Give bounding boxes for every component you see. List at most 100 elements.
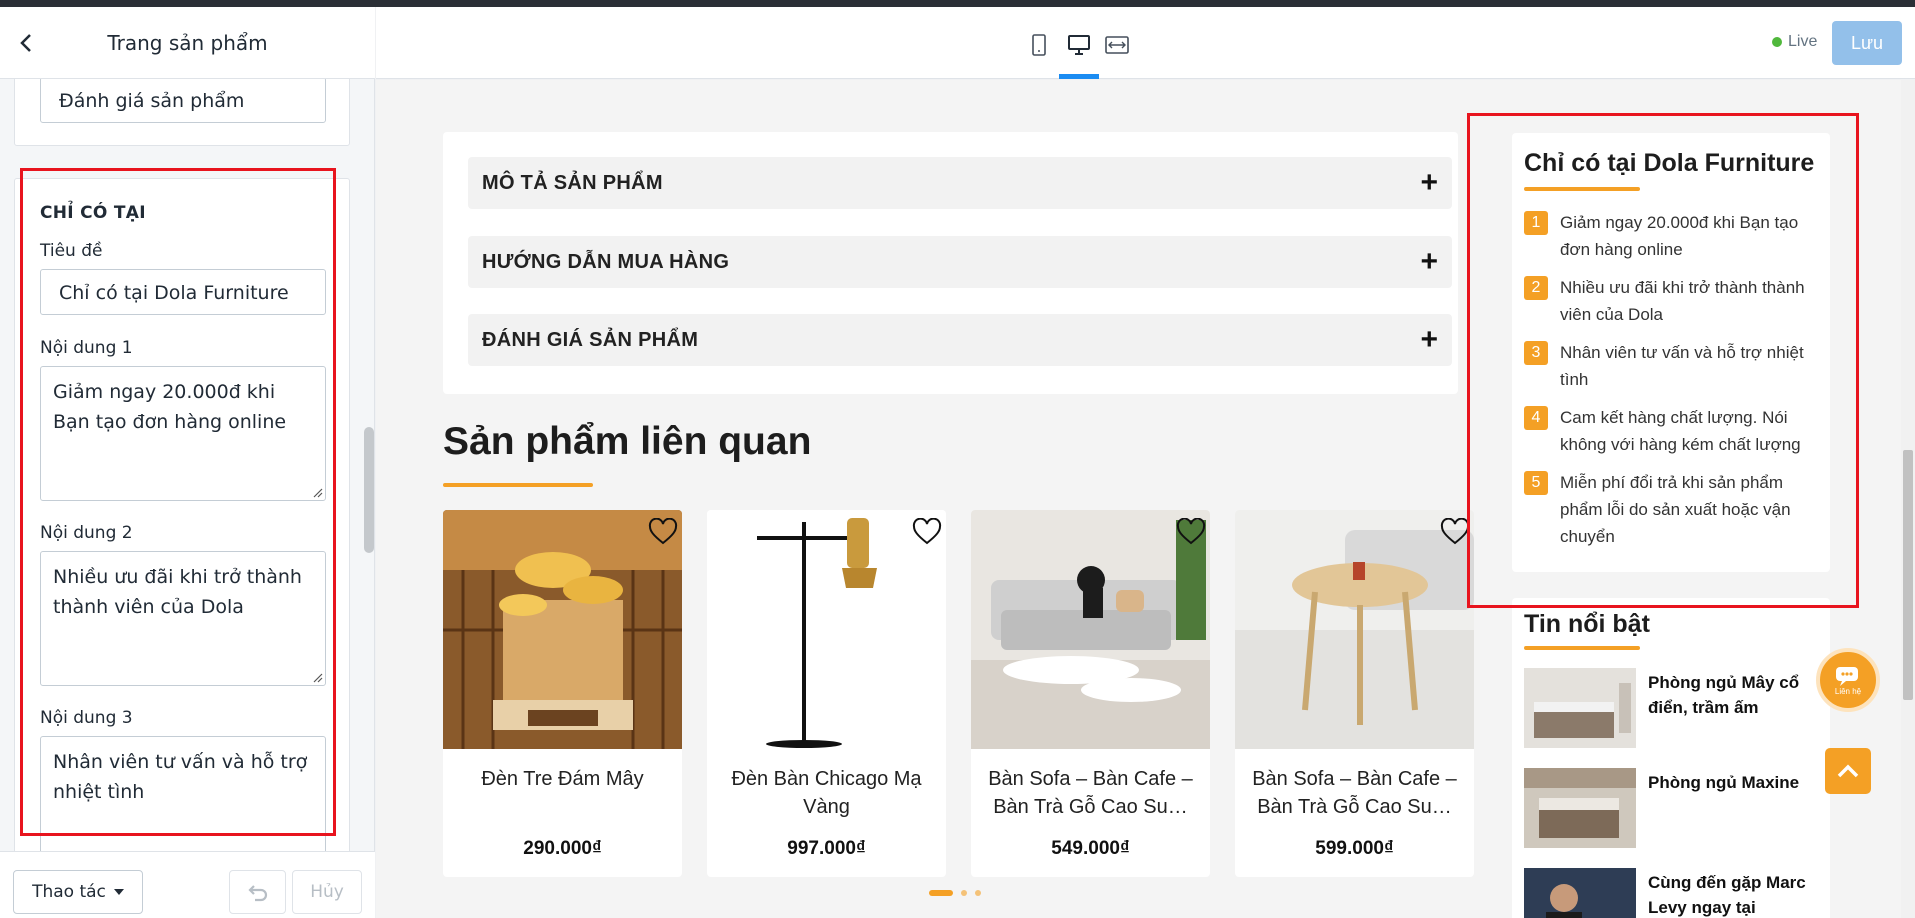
featured-news-widget: Tin nổi bật Phòng ngủ Mây cổ điển, trầm … [1512, 598, 1830, 918]
accordion-item-reviews[interactable]: ĐÁNH GIÁ SẢN PHẨM + [468, 314, 1452, 366]
content-1-text: Giảm ngay 20.000đ khi Bạn tạo đơn hàng o… [53, 381, 287, 433]
scrollbar-thumb[interactable] [1903, 450, 1913, 700]
product-name[interactable]: Bàn Sofa – Bàn Cafe – Bàn Trà Gỗ Cao Su… [1245, 765, 1464, 821]
label-content-3: Nội dung 3 [40, 708, 133, 728]
product-card[interactable]: Đèn Bàn Chicago Mạ Vàng 997.000₫ [707, 510, 946, 877]
undo-icon [247, 885, 267, 902]
only-at-card: CHỈ CÓ TẠI Tiêu đề Chỉ có tại Dola Furni… [14, 178, 350, 851]
label-content-2: Nội dung 2 [40, 523, 133, 543]
news-thumbnail[interactable] [1524, 868, 1636, 918]
back-button[interactable] [12, 29, 40, 57]
sidebar-header: Trang sản phẩm [0, 7, 375, 79]
title-underline [1524, 187, 1640, 191]
product-tabs-accordion: MÔ TẢ SẢN PHẨM + HƯỚNG DẪN MUA HÀNG + ĐÁ… [443, 132, 1458, 394]
plus-icon: + [1420, 245, 1438, 278]
resize-grip-icon[interactable] [313, 488, 323, 498]
content-3-textarea[interactable]: Nhân viên tư vấn và hỗ trợ nhiệt tình [40, 736, 326, 851]
only-at-item: 1 Giảm ngay 20.000đ khi Bạn tạo đơn hàng… [1524, 209, 1824, 263]
number-badge: 1 [1524, 211, 1548, 235]
title-input[interactable]: Chỉ có tại Dola Furniture [40, 269, 326, 315]
contact-floating-button[interactable]: Liên hệ [1816, 648, 1880, 712]
review-title-input[interactable]: Đánh giá sản phẩm [40, 79, 326, 123]
mobile-icon [1032, 34, 1046, 56]
news-thumbnail[interactable] [1524, 668, 1636, 748]
undo-button[interactable] [229, 870, 286, 914]
content-2-textarea[interactable]: Nhiều ưu đãi khi trở thành thành viên củ… [40, 551, 326, 686]
news-title: Tin nổi bật [1524, 610, 1650, 638]
product-card[interactable]: Bàn Sofa – Bàn Cafe – Bàn Trà Gỗ Cao Su…… [1235, 510, 1474, 877]
editor-topbar: Live Lưu [376, 7, 1915, 79]
review-card: Đánh giá sản phẩm [14, 79, 350, 146]
section-title: CHỈ CÓ TẠI [40, 203, 146, 223]
only-at-item: 5 Miễn phí đổi trả khi sản phẩm phẩm lỗi… [1524, 469, 1824, 550]
preview-canvas[interactable]: MÔ TẢ SẢN PHẨM + HƯỚNG DẪN MUA HÀNG + ĐÁ… [376, 80, 1901, 918]
title-underline [1524, 646, 1640, 650]
chevron-left-icon [20, 34, 31, 52]
product-image-round-table[interactable] [1235, 510, 1474, 749]
only-at-text: Nhân viên tư vấn và hỗ trợ nhiệt tình [1560, 343, 1804, 389]
number-badge: 3 [1524, 341, 1548, 365]
resize-grip-icon[interactable] [313, 673, 323, 683]
number-badge: 5 [1524, 471, 1548, 495]
news-item[interactable]: Cùng đến gặp Marc Levy ngay tại [1524, 868, 1824, 918]
sidebar-scroll-area[interactable]: Đánh giá sản phẩm CHỈ CÓ TẠI Tiêu đề Chỉ… [0, 79, 375, 851]
product-price: 997.000₫ [787, 838, 866, 859]
device-desktop-button[interactable] [1064, 31, 1094, 59]
device-fullwidth-button[interactable] [1102, 31, 1132, 59]
heart-icon[interactable] [1176, 518, 1206, 546]
content-2-text: Nhiều ưu đãi khi trở thành thành viên củ… [53, 566, 302, 618]
only-at-item: 3 Nhân viên tư vấn và hỗ trợ nhiệt tình [1524, 339, 1824, 393]
content-1-textarea[interactable]: Giảm ngay 20.000đ khi Bạn tạo đơn hàng o… [40, 366, 326, 501]
news-headline[interactable]: Cùng đến gặp Marc Levy ngay tại [1648, 870, 1818, 918]
title-underline [443, 483, 593, 487]
only-at-item: 2 Nhiều ưu đãi khi trở thành thành viên … [1524, 274, 1824, 328]
news-thumbnail[interactable] [1524, 768, 1636, 848]
product-card[interactable]: Bàn Sofa – Bàn Cafe – Bàn Trà Gỗ Cao Su…… [971, 510, 1210, 877]
carousel-dot[interactable] [961, 890, 967, 896]
product-name[interactable]: Bàn Sofa – Bàn Cafe – Bàn Trà Gỗ Cao Su… [981, 765, 1200, 821]
product-card[interactable]: Đèn Tre Đám Mây 290.000₫ [443, 510, 682, 877]
product-image-sofa-table[interactable] [971, 510, 1210, 749]
news-headline[interactable]: Phòng ngủ Mây cổ điển, trầm ấm [1648, 670, 1818, 720]
accordion-label: HƯỚNG DẪN MUA HÀNG [482, 250, 730, 273]
content-3-text: Nhân viên tư vấn và hỗ trợ nhiệt tình [53, 751, 308, 803]
accordion-item-description[interactable]: MÔ TẢ SẢN PHẨM + [468, 157, 1452, 209]
accordion-label: MÔ TẢ SẢN PHẨM [482, 171, 663, 194]
plus-icon: + [1420, 323, 1438, 356]
heart-icon[interactable] [912, 518, 942, 546]
news-item[interactable]: Phòng ngủ Mây cổ điển, trầm ấm [1524, 668, 1824, 748]
product-name[interactable]: Đèn Tre Đám Mây [453, 765, 672, 793]
window-top-strip [0, 0, 1915, 7]
preview-scrollbar[interactable] [1901, 80, 1915, 918]
heart-icon[interactable] [1440, 518, 1470, 546]
sidebar-scrollbar[interactable] [364, 427, 374, 553]
back-to-top-button[interactable] [1825, 748, 1871, 794]
label-title: Tiêu đề [40, 241, 103, 261]
carousel-dot-active[interactable] [929, 890, 953, 896]
cancel-button[interactable]: Hủy [292, 870, 362, 914]
only-at-text: Giảm ngay 20.000đ khi Bạn tạo đơn hàng o… [1560, 213, 1799, 259]
only-at-title: Chỉ có tại Dola Furniture [1524, 149, 1815, 177]
product-image-bamboo-lamp[interactable] [443, 510, 682, 749]
accordion-item-guide[interactable]: HƯỚNG DẪN MUA HÀNG + [468, 236, 1452, 288]
label-content-1: Nội dung 1 [40, 338, 133, 358]
chevron-up-icon [1837, 764, 1859, 778]
product-price: 290.000₫ [523, 838, 602, 859]
device-mobile-button[interactable] [1024, 31, 1054, 59]
carousel-dot[interactable] [975, 890, 981, 896]
only-at-text: Cam kết hàng chất lượng. Nói không với h… [1560, 408, 1801, 454]
product-price: 549.000₫ [1051, 838, 1130, 859]
product-name[interactable]: Đèn Bàn Chicago Mạ Vàng [717, 765, 936, 821]
settings-sidebar: Trang sản phẩm Đánh giá sản phẩm CHỈ CÓ … [0, 7, 375, 918]
heart-icon[interactable] [648, 518, 678, 546]
actions-dropdown-button[interactable]: Thao tác [13, 870, 143, 914]
save-button[interactable]: Lưu [1832, 21, 1902, 65]
sidebar-footer: Thao tác Hủy [0, 851, 375, 918]
expand-width-icon [1105, 36, 1129, 54]
number-badge: 4 [1524, 406, 1548, 430]
news-headline[interactable]: Phòng ngủ Maxine [1648, 770, 1818, 795]
sidebar-title: Trang sản phẩm [107, 30, 268, 55]
product-image-desk-lamp[interactable] [707, 510, 946, 749]
only-at-text: Nhiều ưu đãi khi trở thành thành viên củ… [1560, 278, 1805, 324]
news-item[interactable]: Phòng ngủ Maxine [1524, 768, 1824, 848]
